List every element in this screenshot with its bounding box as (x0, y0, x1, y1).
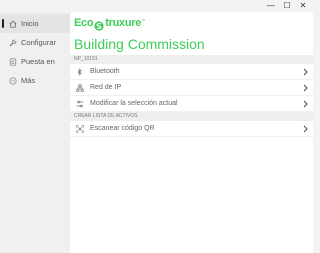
row-label: Modificar la selección actual (90, 100, 178, 107)
sidebar-item-inicio[interactable]: Inicio (0, 14, 70, 33)
logo-text-truxure: truxure (105, 17, 142, 29)
ecostruxure-logo: Eco truxure ™ (74, 17, 146, 31)
network-icon (75, 83, 84, 92)
sidebar-item-label: Inicio (21, 19, 39, 28)
bluetooth-icon (75, 67, 84, 76)
maximize-button[interactable]: ☐ (279, 1, 295, 11)
list-item-escanear-qr[interactable]: Escanear código QR (70, 121, 313, 137)
sidebar-item-configurar[interactable]: Configurar (0, 33, 70, 52)
section-header-device: NP_10151 (70, 55, 313, 64)
row-label: Escanear código QR (90, 125, 155, 132)
row-label: Red de IP (90, 84, 122, 91)
wrench-icon (8, 38, 18, 48)
more-circle-icon (8, 76, 18, 86)
chevron-right-icon (302, 125, 308, 133)
sliders-icon (75, 99, 84, 108)
sidebar-item-mas[interactable]: Más (0, 71, 70, 90)
home-icon (8, 19, 18, 29)
section-header-asset-list: CREAR LISTA DE ACTIVOS (70, 112, 313, 121)
logo-mark-icon (94, 18, 104, 31)
list-item-red-de-ip[interactable]: Red de IP (70, 80, 313, 96)
active-indicator (2, 19, 4, 28)
logo-trademark: ™ (141, 18, 146, 23)
sidebar: Inicio Configurar Puesta en Más (0, 12, 70, 253)
chevron-right-icon (302, 68, 308, 76)
qr-code-icon (75, 124, 84, 133)
title-bar: — ☐ ✕ (0, 0, 313, 12)
sidebar-item-label: Puesta en (21, 57, 55, 66)
sidebar-item-label: Más (21, 76, 36, 85)
chevron-right-icon (302, 84, 308, 92)
list-item-bluetooth[interactable]: Bluetooth (70, 64, 313, 80)
row-label: Bluetooth (90, 68, 120, 75)
close-button[interactable]: ✕ (295, 1, 311, 11)
sidebar-item-puesta-en[interactable]: Puesta en (0, 52, 70, 71)
chevron-right-icon (302, 100, 308, 108)
checklist-icon (8, 57, 18, 67)
list-item-modificar-seleccion[interactable]: Modificar la selección actual (70, 96, 313, 112)
page-title: Building Commission (74, 36, 205, 52)
logo-text-eco: Eco (74, 17, 94, 29)
sidebar-item-label: Configurar (21, 38, 57, 47)
minimize-button[interactable]: — (263, 1, 279, 11)
main-content: Eco truxure ™ Building Commission NP_101… (70, 12, 313, 253)
